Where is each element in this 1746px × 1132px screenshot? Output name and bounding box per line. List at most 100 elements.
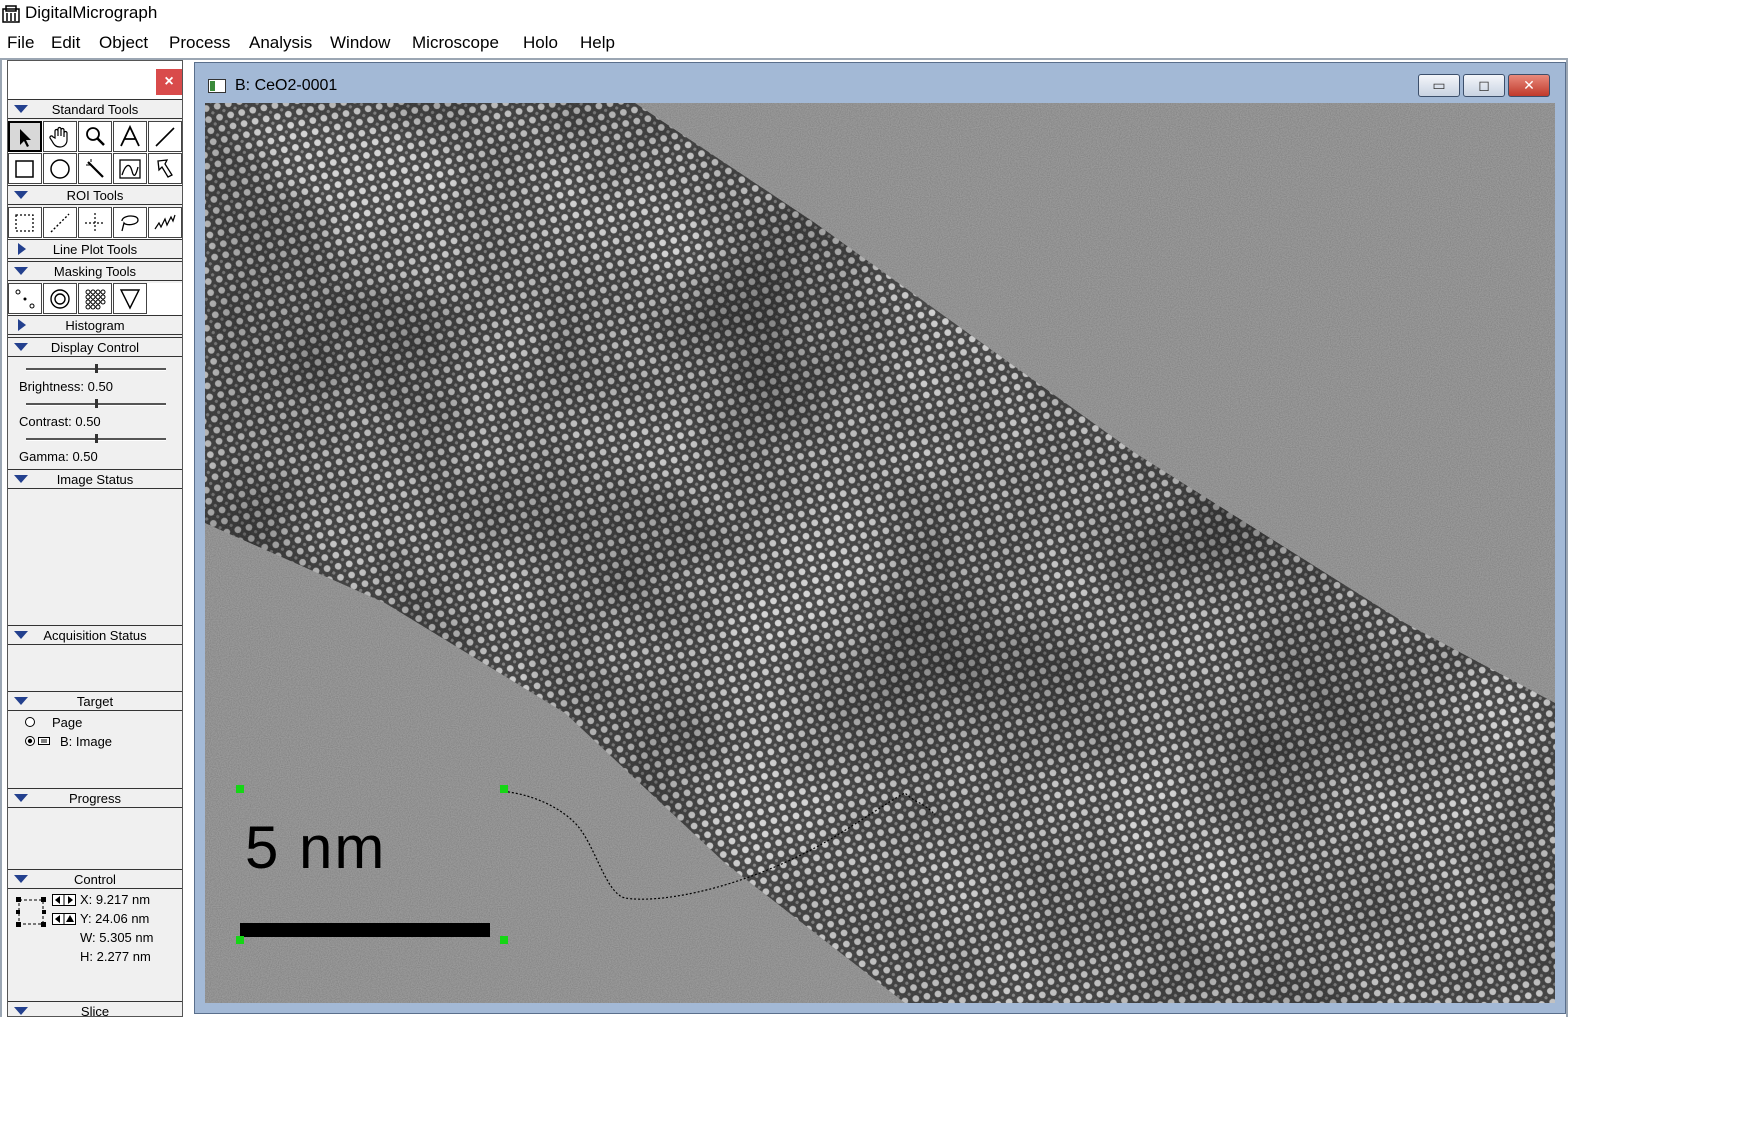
roi-handle-top-right[interactable]	[500, 785, 508, 793]
image-doc-icon	[208, 79, 226, 93]
line-roi-icon	[50, 213, 70, 233]
menu-process[interactable]: Process	[169, 33, 230, 53]
section-label: Line Plot Tools	[52, 242, 138, 257]
control-y: Y: 24.06 nm	[80, 911, 150, 926]
wedge-mask-icon	[119, 289, 141, 310]
contrast-slider-thumb[interactable]	[95, 399, 98, 408]
target-page-radio[interactable]	[24, 716, 36, 728]
menu-analysis[interactable]: Analysis	[249, 33, 312, 53]
standard-tools-row-1	[8, 121, 182, 153]
section-label: Standard Tools	[51, 102, 139, 117]
brightness-label: Brightness: 0.50	[19, 379, 113, 394]
menu-file[interactable]: File	[7, 33, 34, 53]
rectangle-tool[interactable]	[8, 153, 42, 184]
app-icon	[2, 5, 20, 23]
ring-mask-icon	[50, 289, 70, 309]
gamma-slider-thumb[interactable]	[95, 434, 98, 443]
section-label: Image Status	[56, 472, 134, 487]
palette-close-button[interactable]: ×	[156, 69, 182, 95]
x-stepper-icon[interactable]	[52, 894, 76, 906]
gamma-label: Gamma: 0.50	[19, 449, 98, 464]
section-display-control[interactable]: Display Control	[8, 337, 182, 357]
section-label: Acquisition Status	[43, 628, 147, 643]
array-mask-tool[interactable]	[78, 283, 112, 314]
brightness-slider[interactable]	[26, 364, 166, 373]
gamma-slider[interactable]	[26, 434, 166, 443]
roi-handle-top-left[interactable]	[236, 785, 244, 793]
section-standard-tools[interactable]: Standard Tools	[8, 99, 182, 119]
section-image-status[interactable]: Image Status	[8, 469, 182, 489]
section-masking-tools[interactable]: Masking Tools	[8, 261, 182, 281]
array-mask-icon	[85, 289, 106, 310]
wand-icon	[86, 159, 104, 178]
line-roi-tool[interactable]	[43, 207, 77, 238]
zoom-tool[interactable]	[78, 121, 112, 152]
rect-roi-tool[interactable]	[8, 207, 42, 238]
section-progress[interactable]: Progress	[8, 788, 182, 808]
menu-holo[interactable]: Holo	[523, 33, 558, 53]
text-tool[interactable]	[113, 121, 147, 152]
roi-anchor-icon[interactable]	[14, 895, 48, 929]
profile-icon	[119, 159, 141, 179]
section-label: Slice	[80, 1004, 110, 1017]
arrow-tool[interactable]	[8, 121, 42, 152]
section-slice[interactable]: Slice	[8, 1001, 182, 1017]
arrow-icon	[20, 129, 31, 147]
wand-tool[interactable]	[78, 153, 112, 184]
lasso-roi-tool[interactable]	[113, 207, 147, 238]
minimize-button[interactable]: ▭	[1418, 74, 1460, 97]
contrast-label: Contrast: 0.50	[19, 414, 101, 429]
close-button[interactable]: ✕	[1508, 74, 1550, 97]
roi-handle-bottom-right[interactable]	[500, 936, 508, 944]
y-stepper-icon[interactable]	[52, 913, 76, 925]
brightness-slider-thumb[interactable]	[95, 364, 98, 373]
menu-object[interactable]: Object	[99, 33, 148, 53]
section-roi-tools[interactable]: ROI Tools	[8, 185, 182, 205]
line-tool[interactable]	[148, 121, 182, 152]
menu-window[interactable]: Window	[330, 33, 390, 53]
profile-tool[interactable]	[113, 153, 147, 184]
scale-bar[interactable]	[240, 923, 490, 937]
section-label: Target	[76, 694, 114, 709]
scale-bar-label: 5 nm	[245, 814, 387, 881]
hand-icon	[49, 126, 68, 148]
maximize-button[interactable]: ◻	[1463, 74, 1505, 97]
tem-image[interactable]: 5 nm	[205, 103, 1555, 1003]
control-x: X: 9.217 nm	[80, 892, 151, 907]
standard-tools-row-2	[8, 153, 182, 185]
point-roi-icon	[85, 213, 105, 233]
rectangle-icon	[15, 160, 34, 178]
menu-help[interactable]: Help	[580, 33, 615, 53]
pointer-hand-tool[interactable]	[148, 153, 182, 184]
section-line-plot-tools[interactable]: Line Plot Tools	[8, 239, 182, 259]
contrast-slider[interactable]	[26, 399, 166, 408]
image-window-title: B: CeO2-0001	[235, 77, 338, 94]
image-window[interactable]: B: CeO2-0001 ▭ ◻ ✕ 5 nm	[194, 62, 1566, 1014]
tool-palette: × Standard Tools ROI Tools Line Plot Too…	[7, 60, 183, 1017]
lasso-roi-icon	[121, 215, 139, 232]
app-titlebar: DigitalMicrograph	[0, 0, 1568, 28]
target-image-radio[interactable]	[24, 735, 36, 747]
menu-edit[interactable]: Edit	[51, 33, 80, 53]
roi-handle-bottom-left[interactable]	[236, 936, 244, 944]
menu-microscope[interactable]: Microscope	[412, 33, 499, 53]
hand-tool[interactable]	[43, 121, 77, 152]
spot-mask-tool[interactable]	[8, 283, 42, 314]
app-title: DigitalMicrograph	[25, 3, 158, 22]
image-window-titlebar[interactable]: B: CeO2-0001 ▭ ◻ ✕	[195, 63, 1565, 101]
point-roi-tool[interactable]	[78, 207, 112, 238]
palette-titlebar[interactable]: ×	[8, 61, 182, 99]
section-control[interactable]: Control	[8, 869, 182, 889]
ring-mask-tool[interactable]	[43, 283, 77, 314]
control-w: W: 5.305 nm	[80, 930, 154, 945]
curve-roi-tool[interactable]	[148, 207, 182, 238]
section-label: Progress	[68, 791, 122, 806]
section-histogram[interactable]: Histogram	[8, 315, 182, 335]
magnifier-icon	[86, 127, 105, 146]
section-target[interactable]: Target	[8, 691, 182, 711]
section-acquisition-status[interactable]: Acquisition Status	[8, 625, 182, 645]
section-label: Histogram	[65, 318, 125, 333]
oval-icon	[50, 159, 70, 179]
wedge-mask-tool[interactable]	[113, 283, 147, 314]
oval-tool[interactable]	[43, 153, 77, 184]
